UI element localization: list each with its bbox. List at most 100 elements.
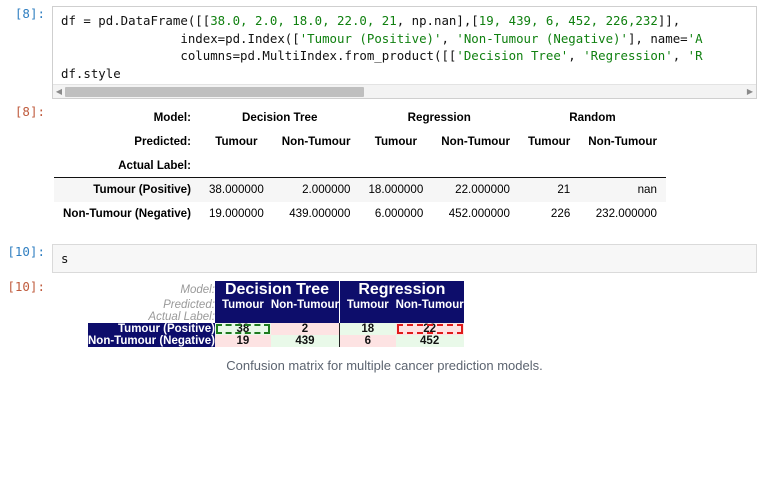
cell-2-output-prompt: [10]:: [7, 279, 45, 295]
figure-caption: Confusion matrix for multiple cancer pre…: [226, 358, 543, 374]
code-seg: df.style: [61, 65, 121, 81]
plain-head-row-actual: Actual Label:: [54, 153, 666, 179]
plain-cell-1-0: 19.000000: [208, 207, 264, 220]
styled-table-body: Tumour (Positive) 38 2 18 22 Non-Tumour …: [88, 323, 464, 348]
plain-cell-0-2: 18.000000: [368, 183, 424, 197]
cell-1-code-text[interactable]: df = pd.DataFrame([[38.0, 2.0, 18.0, 22.…: [53, 7, 756, 84]
styled-model-regression: Regression: [339, 281, 464, 300]
code-horizontal-scrollbar[interactable]: ◀ ▶: [53, 84, 756, 99]
code-seg: ,: [672, 48, 688, 64]
plain-row-label-1: Non-Tumour (Negative): [63, 207, 191, 220]
plain-head-row-predicted: Predicted: Tumour Non-Tumour Tumour Non-…: [54, 130, 666, 154]
plain-label-actual: Actual Label:: [54, 153, 200, 179]
styled-cell-0-3: 22: [395, 323, 464, 336]
styled-cell-0-0: 38: [214, 323, 271, 336]
styled-head-row-predicted: Predicted: Tumour Non-Tumour Tumour Non-…: [88, 299, 464, 312]
plain-actual-spacer: [579, 153, 666, 179]
plain-model-regression: Regression: [407, 111, 471, 125]
styled-actual-spacer: [395, 311, 464, 324]
cell-2-code-text[interactable]: s: [53, 245, 756, 273]
styled-actual-spacer: [339, 311, 396, 324]
styled-confusion-matrix-output: Model: Decision Tree Regression Predicte…: [52, 279, 769, 373]
code-seg: columns=pd.MultiIndex.from_product([[: [61, 48, 457, 64]
table-row: Non-Tumour (Negative) 19 439 6 452: [88, 335, 464, 348]
table-row: Tumour (Positive) 38.000000 2.000000 18.…: [54, 177, 666, 202]
plain-pred-col-1: Non-Tumour: [281, 135, 351, 149]
cell-2-input-prompt: [10]:: [7, 243, 45, 259]
plain-table-head: Model: Decision Tree Regression Random P…: [54, 106, 666, 179]
plain-cell-1-2: 6.000000: [374, 207, 424, 220]
code-cell-2: [10]: s: [0, 243, 769, 274]
table-row: Tumour (Positive) 38 2 18 22: [88, 323, 464, 336]
plain-actual-spacer: [359, 153, 433, 179]
scrollbar-thumb[interactable]: [65, 86, 364, 97]
plain-cell-1-5: 232.000000: [595, 207, 657, 220]
plain-model-random: Random: [569, 111, 616, 125]
plain-row-label-0: Tumour (Positive): [93, 183, 191, 197]
styled-table-head: Model: Decision Tree Regression Predicte…: [88, 281, 464, 324]
code-seg: 19, 439, 6, 452, 226,232: [478, 13, 658, 28]
plain-cell-0-3: 22.000000: [455, 183, 510, 197]
styled-confusion-matrix-table: Model: Decision Tree Regression Predicte…: [88, 281, 464, 348]
scrollbar-track[interactable]: [65, 85, 744, 98]
styled-cell-1-1: 439: [270, 335, 340, 348]
cell-2-output: [10]: Model: Decision Tree Regression Pr…: [0, 279, 769, 373]
code-seg: ,: [568, 48, 584, 64]
plain-cell-1-1: 439.000000: [289, 207, 351, 220]
cell-1-output-prompt: [8]:: [14, 104, 45, 120]
styled-label-model: Model:: [88, 281, 215, 300]
plain-actual-spacer: [272, 153, 360, 179]
styled-actual-spacer: [270, 311, 340, 324]
cell-1-input-prompt: [8]:: [14, 6, 45, 21]
plain-model-decision-tree: Decision Tree: [242, 111, 318, 125]
styled-head-row-model: Model: Decision Tree Regression: [88, 281, 464, 300]
plain-table-body: Tumour (Positive) 38.000000 2.000000 18.…: [54, 177, 666, 226]
code-seg: 'Non-Tumour (Negative)': [456, 30, 628, 46]
styled-cell-0-1: 2: [270, 323, 340, 336]
styled-cell-1-0: 19: [214, 335, 271, 348]
styled-pred-col-1: Non-Tumour: [270, 299, 340, 312]
plain-label-model: Model:: [153, 111, 191, 125]
notebook-page: [8]: df = pd.DataFrame([[38.0, 2.0, 18.0…: [0, 6, 769, 501]
code-seg: 'A: [687, 30, 703, 46]
plain-cell-1-4: 226: [550, 207, 571, 220]
code-seg: 'Decision Tree': [456, 48, 569, 64]
styled-row-label-0: Tumour (Positive): [88, 323, 215, 336]
plain-dataframe-output: Model: Decision Tree Regression Random P…: [52, 104, 769, 225]
plain-cell-0-0: 38.000000: [208, 183, 264, 197]
code-seg: , np.nan],[: [396, 13, 479, 28]
cell-2-code-editor[interactable]: s: [52, 243, 757, 274]
styled-row-label-1: Non-Tumour (Negative): [88, 335, 215, 348]
cell-1-output: [8]: Model: Decision Tree Regression Ran…: [0, 104, 769, 225]
plain-pred-col-5: Non-Tumour: [588, 135, 657, 149]
plain-cell-0-5: nan: [637, 183, 657, 197]
code-seg: ]],: [657, 13, 681, 28]
plain-pred-col-2: Tumour: [374, 135, 418, 149]
plain-head-row-model: Model: Decision Tree Regression Random: [54, 106, 666, 130]
styled-pred-col-2: Tumour: [339, 299, 396, 312]
code-seg: 38.0, 2.0, 18.0, 22.0, 21: [210, 13, 397, 28]
code-seg: 'Tumour (Positive)': [299, 30, 442, 46]
plain-dataframe-table: Model: Decision Tree Regression Random P…: [54, 106, 666, 225]
cell-1-code-editor[interactable]: df = pd.DataFrame([[38.0, 2.0, 18.0, 22.…: [52, 6, 757, 100]
styled-cell-0-2: 18: [339, 323, 396, 336]
code-seg: df = pd.DataFrame([[: [61, 13, 211, 28]
plain-actual-spacer: [518, 153, 580, 179]
scroll-left-arrow-icon[interactable]: ◀: [53, 87, 65, 96]
scroll-right-arrow-icon[interactable]: ▶: [744, 87, 756, 96]
plain-cell-0-4: 21: [557, 183, 571, 197]
table-row: Non-Tumour (Negative) 19.000000 439.0000…: [54, 202, 666, 226]
plain-pred-col-4: Tumour: [527, 135, 571, 149]
styled-cell-1-3: 452: [395, 335, 464, 348]
code-seg: ,: [441, 30, 457, 46]
plain-actual-spacer: [432, 153, 519, 179]
code-seg: 'Regression': [583, 48, 673, 64]
styled-label-predicted: Predicted:: [88, 299, 215, 312]
code-seg: 'R: [687, 48, 703, 64]
styled-cell-1-2: 6: [339, 335, 396, 348]
plain-label-predicted: Predicted:: [134, 135, 191, 149]
plain-pred-col-0: Tumour: [215, 135, 258, 149]
styled-pred-col-3: Non-Tumour: [395, 299, 464, 312]
plain-pred-col-3: Non-Tumour: [441, 135, 510, 149]
plain-actual-spacer: [199, 153, 273, 179]
